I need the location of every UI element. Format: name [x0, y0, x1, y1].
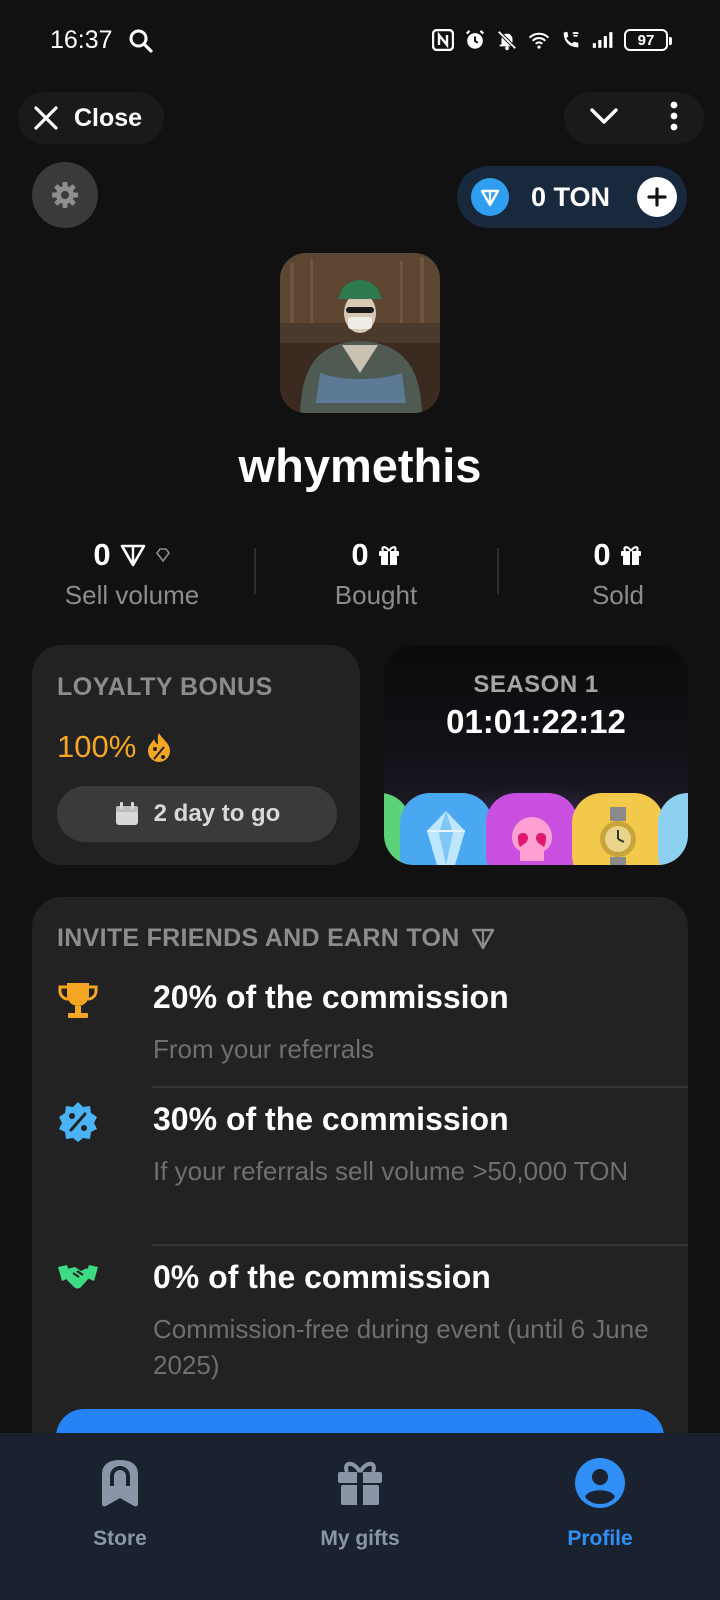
crystal-icon — [427, 811, 465, 865]
status-time: 16:37 — [50, 26, 113, 54]
skull-gift-tile — [486, 793, 578, 865]
alarm-icon — [464, 28, 486, 52]
invite-friends-card: INVITE FRIENDS AND EARN TON 20% of the c… — [32, 897, 688, 1489]
tab-label: My gifts — [320, 1527, 400, 1550]
invite-item-subtitle: From your referrals — [153, 1034, 375, 1064]
bottom-tab-bar: Store My gifts Profile — [0, 1433, 720, 1600]
ton-balance-pill[interactable]: 0 TON — [457, 166, 687, 228]
chevron-down-icon[interactable] — [589, 106, 619, 131]
ton-balance: 0 TON — [531, 181, 611, 212]
countdown-pill: 2 day to go — [57, 786, 337, 842]
close-button[interactable]: Close — [18, 92, 165, 144]
loyalty-percent-row: 100% — [57, 729, 174, 765]
header-menu — [564, 92, 704, 144]
invite-title: INVITE FRIENDS AND EARN TON — [57, 924, 460, 952]
calendar-icon — [115, 802, 138, 825]
invite-title-row: INVITE FRIENDS AND EARN TON — [57, 924, 496, 953]
stat-value: 0 — [93, 537, 111, 572]
settings-button[interactable] — [32, 162, 98, 228]
wifi-call-icon — [560, 28, 582, 52]
close-label: Close — [74, 103, 143, 132]
wifi-icon — [528, 28, 550, 52]
profile-icon — [570, 1453, 630, 1513]
gift-icon — [330, 1453, 390, 1513]
divider — [152, 1086, 688, 1088]
stat-label: Bought — [334, 580, 418, 610]
trophy-icon — [57, 979, 99, 1021]
divider — [497, 548, 499, 594]
close-icon — [34, 106, 58, 130]
stats-row: 0 Sell volume 0 Bought 0 Sold — [0, 534, 720, 614]
invite-item-title: 30% of the commission — [153, 1101, 509, 1137]
bell-off-icon — [496, 28, 518, 52]
battery-icon: 97 — [624, 29, 672, 51]
tab-label: Profile — [567, 1527, 633, 1550]
countdown-label: 2 day to go — [153, 800, 281, 827]
tab-my-gifts[interactable]: My gifts — [260, 1453, 460, 1551]
username: whymethis — [238, 439, 482, 492]
invite-item-subtitle: If your referrals sell volume >50,000 TO… — [153, 1156, 629, 1186]
divider — [254, 548, 256, 594]
stat-value: 0 — [351, 537, 369, 572]
watch-icon — [600, 807, 636, 865]
stat-sold: 0 Sold — [508, 534, 720, 611]
stat-label: Sold — [591, 580, 645, 610]
stat-bought: 0 Bought — [266, 534, 486, 611]
ton-icon — [471, 178, 509, 216]
status-icons: 97 — [432, 28, 672, 52]
stat-label: Sell volume — [64, 580, 200, 610]
invite-item-title: 20% of the commission — [153, 979, 509, 1015]
ton-icon — [471, 928, 494, 949]
nfc-icon — [432, 28, 454, 52]
invite-item-title: 0% of the commission — [153, 1259, 491, 1295]
skull-icon — [512, 817, 552, 861]
tab-profile[interactable]: Profile — [500, 1453, 700, 1551]
tab-label: Store — [93, 1527, 147, 1550]
signal-icon — [592, 28, 614, 52]
season-title: SEASON 1 — [473, 671, 599, 698]
tab-store[interactable]: Store — [20, 1453, 220, 1551]
gift-icon — [620, 546, 641, 565]
season-timer: 01:01:22:12 — [446, 703, 626, 740]
loyalty-title: LOYALTY BONUS — [57, 673, 273, 701]
ton-icon — [120, 544, 145, 567]
loyalty-bonus-card[interactable]: LOYALTY BONUS 100% 2 day to go — [32, 645, 360, 865]
plus-icon — [647, 187, 667, 207]
loyalty-percent: 100% — [57, 729, 137, 764]
diamond-icon — [155, 548, 170, 562]
crystal-gift-tile — [400, 793, 492, 865]
invite-item-subtitle: Commission-free during event (until 6 Ju… — [153, 1314, 649, 1380]
fire-percent-icon — [148, 733, 171, 762]
more-vertical-icon[interactable] — [669, 101, 679, 136]
watch-gift-tile — [572, 793, 664, 865]
divider — [152, 1244, 688, 1246]
avatar — [280, 253, 440, 413]
season-card[interactable]: SEASON 1 01:01:22:12 — [384, 645, 688, 865]
store-icon — [90, 1453, 150, 1513]
status-bar: 16:37 97 — [0, 0, 720, 84]
add-funds-button[interactable] — [637, 177, 677, 217]
handshake-icon — [57, 1259, 99, 1301]
percent-badge-icon — [57, 1101, 99, 1143]
stat-sell-volume: 0 Sell volume — [22, 534, 242, 611]
gear-icon — [52, 182, 78, 208]
stat-value: 0 — [593, 537, 611, 572]
gift-icon — [378, 546, 399, 565]
search-icon — [128, 28, 154, 54]
